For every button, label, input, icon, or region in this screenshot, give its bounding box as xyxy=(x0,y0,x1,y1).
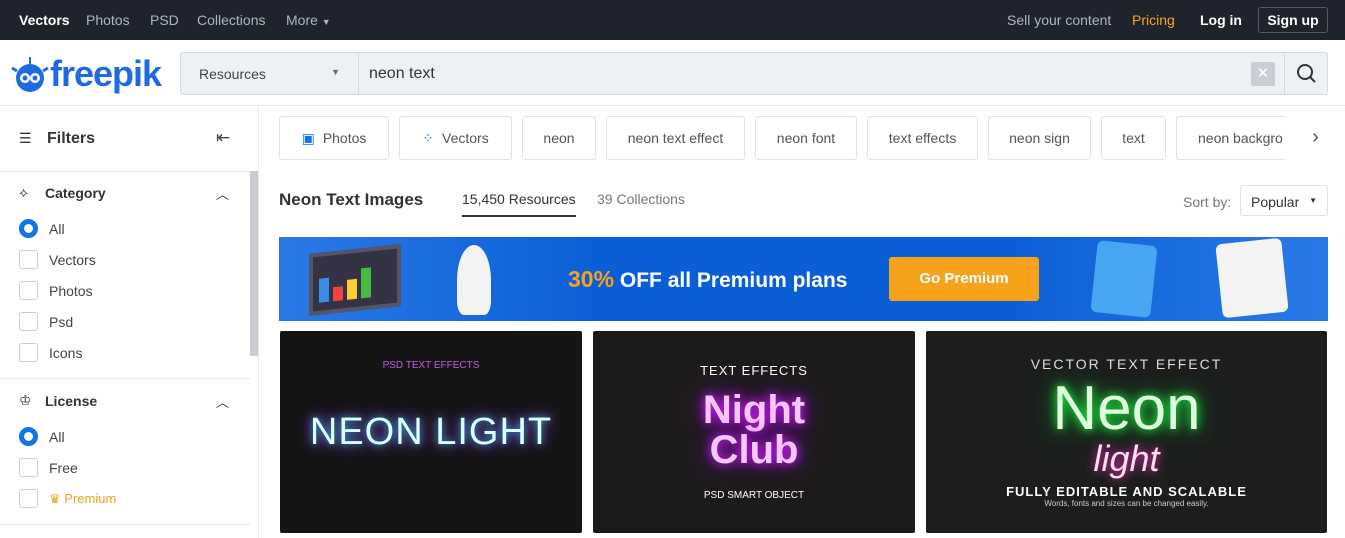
card-title: NEON LIGHT xyxy=(309,411,553,453)
tag[interactable]: neon text effect xyxy=(606,116,745,160)
card-subtitle: light xyxy=(1093,438,1160,479)
license-title: License xyxy=(45,393,98,409)
chevron-up-icon[interactable]: ︿ xyxy=(216,392,229,411)
signup-button[interactable]: Sign up xyxy=(1258,7,1328,33)
top-nav: Vectors Photos PSD Collections More ▼ Se… xyxy=(0,0,1345,40)
license-option: ♛ Premium xyxy=(49,491,117,506)
chevron-down-icon: ▼ xyxy=(331,67,340,77)
card-title: Night Club xyxy=(702,388,806,472)
sort-label: Sort by: xyxy=(1183,194,1232,210)
tag[interactable]: neon font xyxy=(755,116,857,160)
search-bar: Resources ▼ neon text ✕ xyxy=(180,52,1328,95)
calendar-illustration xyxy=(1215,237,1289,319)
category-all-radio[interactable] xyxy=(19,219,38,238)
logo-mascot-icon xyxy=(11,57,49,92)
category-vectors-checkbox[interactable] xyxy=(19,250,38,269)
filters-title: Filters xyxy=(47,130,96,147)
category-photos-checkbox[interactable] xyxy=(19,281,38,300)
nav-psd[interactable]: PSD xyxy=(150,12,179,28)
category-icons-checkbox[interactable] xyxy=(19,343,38,362)
category-icon: ⟡ xyxy=(19,184,29,200)
license-premium-checkbox[interactable] xyxy=(19,489,38,508)
login-link[interactable]: Log in xyxy=(1200,12,1242,28)
vector-icon: ⁘ xyxy=(422,129,435,146)
laptop-chart-illustration xyxy=(309,244,401,316)
search-button[interactable] xyxy=(1284,53,1327,94)
tab-resources[interactable]: 15,450 Resources xyxy=(462,191,576,217)
crown-icon: ♛ xyxy=(49,491,61,506)
calculator-illustration xyxy=(1090,240,1158,318)
tag[interactable]: text effects xyxy=(867,116,978,160)
freepik-logo[interactable]: freepik xyxy=(10,53,162,95)
card-note: Words, fonts and sizes can be changed ea… xyxy=(1044,499,1209,508)
filters-icon: ☰ xyxy=(19,130,32,146)
search-input[interactable]: neon text xyxy=(369,65,435,83)
tag-photos[interactable]: ▣ Photos xyxy=(279,116,389,160)
tag[interactable]: neon xyxy=(522,116,596,160)
result-card[interactable]: VECTOR TEXT EFFECT Neon light FULLY EDIT… xyxy=(926,331,1327,533)
license-icon: ♔ xyxy=(19,392,32,408)
nav-photos[interactable]: Photos xyxy=(86,12,130,28)
logo-text: freepik xyxy=(50,53,162,94)
category-title: Category xyxy=(45,185,106,201)
tag[interactable]: text xyxy=(1101,116,1166,160)
page-title: Neon Text Images xyxy=(279,190,424,209)
category-option: Vectors xyxy=(49,252,96,268)
tag[interactable]: neon backgro xyxy=(1176,116,1286,160)
license-all-radio[interactable] xyxy=(19,427,38,446)
nav-vectors[interactable]: Vectors xyxy=(19,12,70,28)
card-caption: VECTOR TEXT EFFECT xyxy=(1030,356,1223,372)
card-footer: FULLY EDITABLE AND SCALABLE xyxy=(1006,484,1247,499)
tag-vectors[interactable]: ⁘ Vectors xyxy=(399,116,512,160)
nav-collections[interactable]: Collections xyxy=(197,12,265,28)
category-option: Icons xyxy=(49,345,83,361)
tag[interactable]: neon sign xyxy=(988,116,1091,160)
license-option: All xyxy=(49,429,65,445)
nav-more[interactable]: More ▼ xyxy=(286,12,331,28)
chevron-right-icon[interactable]: › xyxy=(1286,116,1345,160)
resource-type-select[interactable]: Resources ▼ xyxy=(181,53,359,94)
premium-banner: 30% OFF all Premium plans Go Premium xyxy=(279,237,1328,321)
tab-collections[interactable]: 39 Collections xyxy=(597,191,685,207)
category-option: Photos xyxy=(49,283,93,299)
rocket-illustration xyxy=(457,245,491,315)
result-card[interactable]: PSD TEXT EFFECTS NEON LIGHT xyxy=(280,331,582,533)
card-footer: PSD SMART OBJECT xyxy=(703,490,805,501)
category-option: Psd xyxy=(49,314,74,330)
sort-select[interactable]: Popular ▼ xyxy=(1240,185,1328,216)
card-caption: PSD TEXT EFFECTS xyxy=(382,360,480,371)
card-caption: TEXT EFFECTS xyxy=(700,363,808,378)
search-icon xyxy=(1297,64,1316,83)
clear-icon[interactable]: ✕ xyxy=(1251,62,1275,86)
result-card[interactable]: TEXT EFFECTS Night Club PSD SMART OBJECT xyxy=(593,331,915,533)
pricing-link[interactable]: Pricing xyxy=(1132,12,1175,28)
category-psd-checkbox[interactable] xyxy=(19,312,38,331)
banner-text: 30% OFF all Premium plans xyxy=(568,266,848,292)
chevron-up-icon[interactable]: ︿ xyxy=(216,184,229,203)
scrollbar[interactable] xyxy=(250,171,258,356)
license-option: Free xyxy=(49,460,78,476)
filters-sidebar: ☰ Filters ⇤ ⟡ Category ︿ All Vectors Pho… xyxy=(0,106,259,538)
license-free-checkbox[interactable] xyxy=(19,458,38,477)
go-premium-button[interactable]: Go Premium xyxy=(889,257,1039,301)
category-option: All xyxy=(49,221,65,237)
chevron-down-icon: ▼ xyxy=(1309,196,1317,205)
card-title: Neon xyxy=(1052,374,1201,443)
sell-content-link[interactable]: Sell your content xyxy=(1007,12,1111,28)
collapse-sidebar-icon[interactable]: ⇤ xyxy=(216,128,230,148)
chevron-down-icon: ▼ xyxy=(321,17,331,27)
photo-icon: ▣ xyxy=(301,129,315,146)
